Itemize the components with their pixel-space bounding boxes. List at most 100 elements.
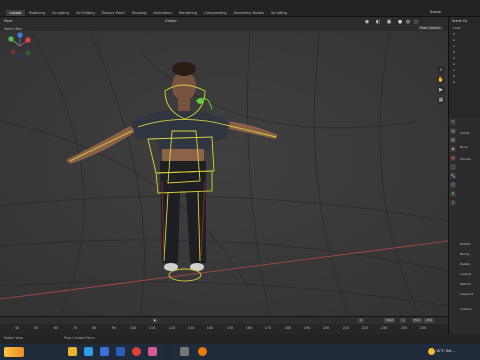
tab-sculpting[interactable]: Sculpting <box>49 10 73 16</box>
frame-tick: 250 <box>419 326 427 330</box>
tab-compositing[interactable]: Compositing <box>201 10 231 16</box>
outliner-row[interactable]: A <box>449 79 480 85</box>
armature-data-tab-icon[interactable]: ♜ <box>450 191 456 197</box>
timeline-controls: 1 Start 1 End 250 ▶ <box>0 317 448 324</box>
prop-custom-section[interactable]: Custom <box>460 307 472 311</box>
visibility-icon[interactable]: ◉ <box>364 19 370 25</box>
scene-selector[interactable]: Scene <box>430 10 441 14</box>
render-tab-icon[interactable]: ▤ <box>450 128 456 134</box>
camera-view-icon[interactable]: ▶ <box>437 86 445 94</box>
world-tab-icon[interactable]: ● <box>450 155 456 161</box>
frame-tick: 200 <box>322 326 330 330</box>
weather-text[interactable]: 10°C Trời ... <box>436 349 456 353</box>
play-icon[interactable]: ▶ <box>152 318 159 323</box>
prop-rotation-section[interactable]: Rotatio <box>460 242 471 246</box>
frame-tick: 80 <box>91 326 97 330</box>
prop-transform-section[interactable]: Transfo <box>460 157 471 161</box>
frame-tick: 240 <box>400 326 408 330</box>
tab-geometry-nodes[interactable]: Geometry Nodes <box>230 10 267 16</box>
word-icon[interactable] <box>116 347 125 356</box>
tab-shading[interactable]: Shading <box>128 10 150 16</box>
weather-sun-icon <box>428 348 435 355</box>
shading-solid-icon[interactable]: ● <box>397 19 403 25</box>
constraint-tab-icon[interactable]: ⛓ <box>450 182 456 188</box>
prop-bone-name[interactable]: Bone <box>460 145 468 149</box>
scene-tab-icon[interactable]: ◆ <box>450 146 456 152</box>
tab-rendering[interactable]: Rendering <box>175 10 200 16</box>
frame-tick: 60 <box>53 326 59 330</box>
frame-tick: 130 <box>187 326 195 330</box>
frame-tick: 230 <box>380 326 388 330</box>
navigation-gizmo[interactable] <box>0 31 40 101</box>
frame-tick: 160 <box>245 326 253 330</box>
prop-inverse-section[interactable]: Inverse <box>460 272 471 276</box>
modifier-tab-icon[interactable]: 🔧 <box>450 173 456 179</box>
properties-tabs: ✎ ▤ ▥ ◆ ● ▢ 🔧 ⛓ ♜ ⚲ <box>450 119 457 206</box>
chrome-icon[interactable] <box>132 347 141 356</box>
start-label: Start <box>384 318 396 323</box>
outliner-title: Scene Co <box>452 19 467 23</box>
frame-tick: 210 <box>342 326 350 330</box>
status-context-menu: Pose Context Menu <box>64 336 95 340</box>
frame-tick: 180 <box>284 326 292 330</box>
frame-tick: 70 <box>72 326 78 330</box>
frame-tick: 40 <box>14 326 20 330</box>
tab-scripting[interactable]: Scripting <box>267 10 290 16</box>
workspace-tabs: Layout Modeling Sculpting UV Editing Tex… <box>6 10 290 16</box>
edge-icon[interactable] <box>84 347 93 356</box>
tab-animation[interactable]: Animation <box>150 10 175 16</box>
start-frame-field[interactable]: 1 <box>400 318 406 323</box>
shading-rendered-icon[interactable]: ○ <box>413 19 419 25</box>
current-frame-field[interactable]: 1 <box>358 318 364 323</box>
zoom-icon[interactable]: ⌕ <box>437 66 445 74</box>
windows-taskbar: 10°C Trời ... <box>0 344 480 360</box>
frame-tick: 110 <box>148 326 156 330</box>
top-menubar: Layout Modeling Sculpting UV Editing Tex… <box>0 0 480 17</box>
tab-uv-editing[interactable]: UV Editing <box>72 10 98 16</box>
end-frame-field[interactable]: 250 <box>424 318 434 323</box>
object-tab-icon[interactable]: ▢ <box>450 164 456 170</box>
tab-modeling[interactable]: Modeling <box>25 10 48 16</box>
3d-viewport[interactable]: ⌕ ✋ ▶ ▦ <box>0 31 448 316</box>
status-bar: Rotate View Pose Context Menu <box>0 334 480 344</box>
end-label: End <box>412 318 422 323</box>
tool-tab-icon[interactable]: ✎ <box>450 119 456 125</box>
prop-relations-section[interactable]: Relatio <box>460 262 470 266</box>
viewport-scene <box>0 31 448 316</box>
frame-tick: 150 <box>226 326 234 330</box>
mode-dropdown[interactable]: Pose <box>4 19 12 23</box>
steam-icon[interactable] <box>164 347 173 356</box>
pan-hand-icon[interactable]: ✋ <box>437 76 445 84</box>
shading-material-icon[interactable]: ◍ <box>405 19 411 25</box>
status-rotate-view: Rotate View <box>4 336 24 340</box>
widget-logo-icon[interactable] <box>4 347 24 357</box>
mail-icon[interactable] <box>100 347 109 356</box>
tab-layout[interactable]: Layout <box>6 10 26 16</box>
bone-tab-icon[interactable]: ⚲ <box>450 200 456 206</box>
frame-tick: 140 <box>206 326 214 330</box>
photos-icon[interactable] <box>148 347 157 356</box>
tab-texture-paint[interactable]: Texture Paint <box>98 10 128 16</box>
app-icon[interactable] <box>180 347 189 356</box>
prop-viewport-section[interactable]: Viewport <box>460 292 473 296</box>
xray-icon[interactable]: ▣ <box>386 19 392 25</box>
prop-armature-name: Armat <box>460 131 470 135</box>
frame-tick: 100 <box>129 326 137 330</box>
frame-tick: 170 <box>264 326 272 330</box>
perspective-grid-icon[interactable]: ▦ <box>437 96 445 104</box>
overlays-icon[interactable]: ◐ <box>375 19 381 25</box>
output-tab-icon[interactable]: ▥ <box>450 137 456 143</box>
properties-panel: ✎ ▤ ▥ ◆ ● ▢ 🔧 ⛓ ♜ ⚲ Armat Bone Transfo R… <box>448 117 480 335</box>
frame-tick: 190 <box>303 326 311 330</box>
prop-deform-section[interactable]: Deform <box>460 282 471 286</box>
frame-tick: 220 <box>361 326 369 330</box>
orientation-dropdown[interactable]: Global <box>165 19 176 23</box>
prop-bendy-section[interactable]: Bendy <box>460 252 470 256</box>
file-explorer-icon[interactable] <box>68 347 77 356</box>
frame-tick: 50 <box>33 326 39 330</box>
timeline[interactable]: 1 Start 1 End 250 ▶ 40 50 60 70 80 90 10… <box>0 316 448 334</box>
blender-icon[interactable] <box>198 347 207 356</box>
viewport-header: Pose Select Box Global ◉ ◐ ▣ ● ◍ ○ Pose … <box>0 17 448 31</box>
outliner-panel: Scene Co Colle C A A A A A A A A <box>448 17 480 117</box>
pose-options-button[interactable]: Pose Options <box>418 26 443 30</box>
